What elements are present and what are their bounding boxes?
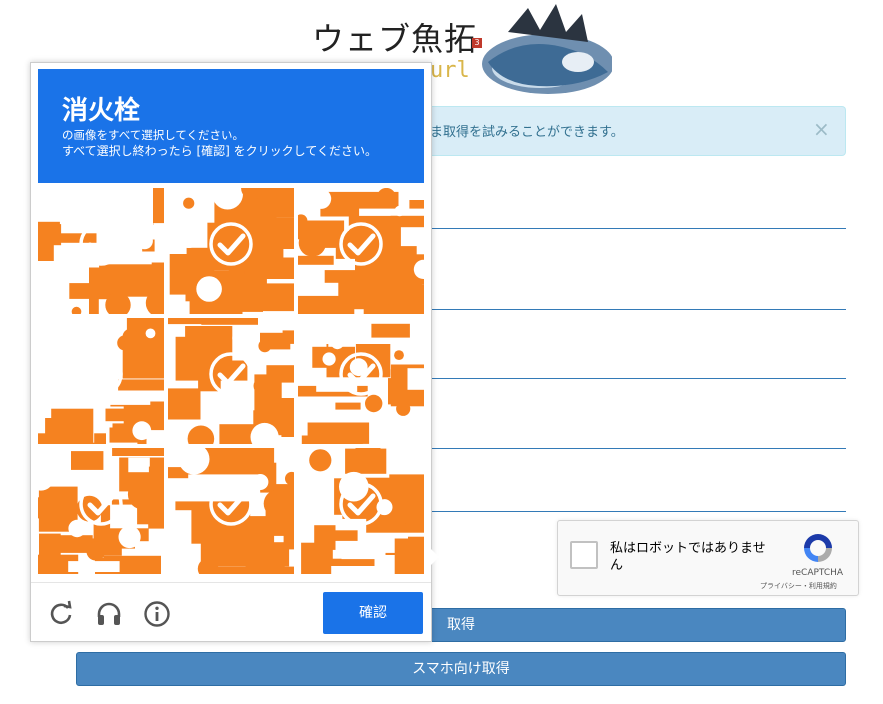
popup-pointer <box>430 548 439 566</box>
info-icon[interactable] <box>142 599 172 629</box>
selected-check-icon <box>209 482 253 526</box>
challenge-tile[interactable] <box>298 318 424 444</box>
challenge-tile[interactable] <box>168 448 294 574</box>
logo-subtitle: url <box>430 58 470 83</box>
recaptcha-brand: reCAPTCHA <box>792 568 844 578</box>
recaptcha-checkbox[interactable] <box>570 541 598 569</box>
selected-check-icon <box>209 352 253 396</box>
selected-check-icon <box>339 352 383 396</box>
selected-check-icon <box>209 222 253 266</box>
form-divider <box>432 511 846 512</box>
form-divider <box>432 228 846 229</box>
recaptcha-label: 私はロボットではありません <box>610 541 766 573</box>
selected-check-icon <box>79 222 123 266</box>
challenge-instruction: の画像をすべて選択してください。 <box>62 128 245 142</box>
site-logo-text: ウェブ魚拓 <box>312 20 478 58</box>
challenge-tile[interactable] <box>38 188 164 314</box>
challenge-tile[interactable] <box>38 318 164 444</box>
recaptcha-privacy-links[interactable]: プライバシー・利用規約 <box>760 581 837 591</box>
mobile-get-button[interactable]: スマホ向け取得 <box>76 652 846 686</box>
form-divider <box>432 448 846 449</box>
reload-icon[interactable] <box>46 599 76 629</box>
alert-close-icon[interactable]: × <box>813 117 830 141</box>
challenge-tile[interactable] <box>168 188 294 314</box>
challenge-tile[interactable] <box>38 448 164 574</box>
form-divider <box>432 309 846 310</box>
selected-check-icon <box>339 222 383 266</box>
selected-check-icon <box>339 482 383 526</box>
challenge-instruction-detail: すべて選択し終わったら [確認] をクリックしてください。 <box>62 144 377 158</box>
footer-divider <box>31 582 431 583</box>
alert-message: ま取得を試みることができます。 <box>430 125 624 140</box>
form-divider <box>432 378 846 379</box>
logo-fish-art <box>482 4 612 94</box>
selected-check-icon <box>79 482 123 526</box>
challenge-tile[interactable] <box>168 318 294 444</box>
challenge-tile[interactable] <box>298 188 424 314</box>
recaptcha-logo-icon <box>804 534 832 562</box>
audio-icon[interactable] <box>94 599 124 629</box>
challenge-tile[interactable] <box>298 448 424 574</box>
selected-check-icon <box>79 352 123 396</box>
verify-button[interactable]: 確認 <box>323 592 423 634</box>
challenge-target: 消火栓 <box>62 96 141 126</box>
